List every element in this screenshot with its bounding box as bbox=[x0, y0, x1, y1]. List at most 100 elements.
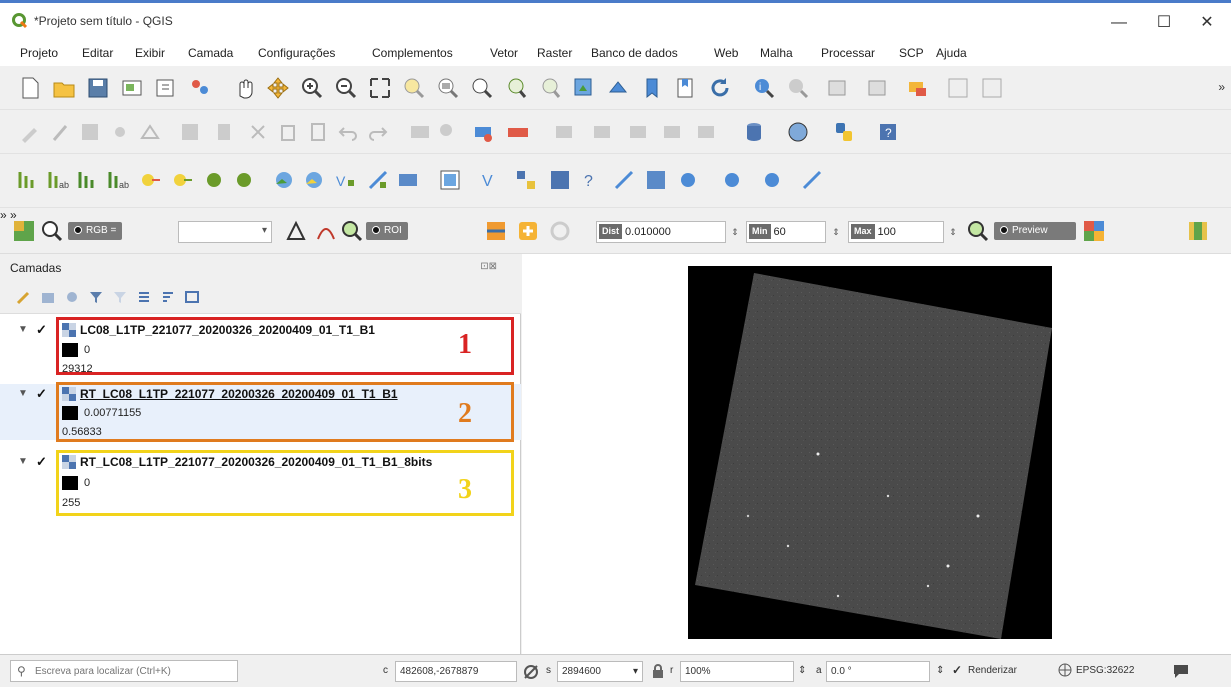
add-layer-dropdown-icon[interactable] bbox=[720, 168, 744, 192]
zoom-preview-icon[interactable] bbox=[966, 219, 990, 243]
label-toolbar-icon[interactable] bbox=[408, 120, 432, 144]
open-layer-styling-icon[interactable] bbox=[16, 289, 32, 305]
text-annotation-icon[interactable] bbox=[980, 76, 1004, 100]
collapse-all-icon[interactable] bbox=[160, 289, 176, 305]
crs-globe-icon[interactable] bbox=[1058, 663, 1072, 677]
open-attribute-table-icon[interactable] bbox=[786, 76, 810, 100]
preview-show-toggle[interactable]: Preview bbox=[994, 222, 1076, 240]
scp-dock-icon[interactable] bbox=[1186, 219, 1210, 243]
rotation-field[interactable]: 0.0 ° bbox=[826, 661, 930, 682]
menu-raster[interactable]: Raster bbox=[537, 46, 572, 60]
rotate-label-icon[interactable] bbox=[660, 120, 684, 144]
new-print-layout-icon[interactable] bbox=[120, 76, 144, 100]
save-layer-edits-icon[interactable] bbox=[78, 120, 102, 144]
menu-malha[interactable]: Malha bbox=[760, 46, 793, 60]
dist-field[interactable]: Dist 0.010000 bbox=[596, 221, 726, 243]
add-point-feature-icon[interactable] bbox=[108, 120, 132, 144]
menu-web[interactable]: Web bbox=[714, 46, 738, 60]
abc-label-icon[interactable] bbox=[472, 120, 496, 144]
classification-preview-icon[interactable] bbox=[1082, 219, 1106, 243]
close-button[interactable]: ✕ bbox=[1185, 9, 1229, 37]
menu-scp[interactable]: SCP bbox=[899, 46, 924, 60]
plugins-globe-icon[interactable] bbox=[786, 120, 810, 144]
toggle-editing-icon[interactable] bbox=[48, 120, 72, 144]
layer-visibility-checkbox[interactable]: ✓ bbox=[36, 386, 47, 402]
scp-toolbar-overflow-icon[interactable]: » bbox=[0, 208, 7, 222]
add-group-icon[interactable] bbox=[40, 289, 56, 305]
min-spinner-icon[interactable]: ⇕ bbox=[829, 221, 843, 243]
deselect-features-icon[interactable] bbox=[866, 76, 890, 100]
cut-features-icon[interactable] bbox=[246, 120, 270, 144]
menu-banco-de-dados[interactable]: Banco de dados bbox=[591, 46, 678, 60]
vertex-tool-icon[interactable] bbox=[138, 120, 162, 144]
digitize-tools-icon[interactable] bbox=[800, 168, 824, 192]
help-contents-icon[interactable]: ? bbox=[876, 120, 900, 144]
add-mssql-layer-icon[interactable] bbox=[202, 168, 226, 192]
render-checkbox[interactable]: ✓ bbox=[952, 663, 962, 677]
scp-home-icon[interactable] bbox=[12, 219, 36, 243]
raster-extent[interactable] bbox=[688, 266, 1052, 639]
zoom-roi-icon[interactable] bbox=[340, 219, 364, 243]
add-mesh-layer-icon[interactable] bbox=[76, 168, 100, 192]
menu-editar[interactable]: Editar bbox=[82, 46, 113, 60]
measure-line-icon[interactable] bbox=[906, 76, 930, 100]
scp-zoom-icon[interactable] bbox=[40, 219, 64, 243]
menu-processar[interactable]: Processar bbox=[821, 46, 875, 60]
menu-complementos[interactable]: Complementos bbox=[372, 46, 453, 60]
new-memory-layer-icon[interactable] bbox=[438, 168, 462, 192]
collapse-arrow-icon[interactable]: ▼ bbox=[18, 388, 28, 399]
minimize-button[interactable]: — bbox=[1097, 9, 1141, 37]
pan-map-icon[interactable] bbox=[232, 76, 256, 100]
zoom-to-selection-icon[interactable] bbox=[402, 76, 426, 100]
diagram-options-icon[interactable] bbox=[506, 120, 530, 144]
magnifier-field[interactable]: 100% bbox=[680, 661, 794, 682]
add-postgis-layer-icon[interactable] bbox=[138, 168, 162, 192]
copy-features-icon[interactable] bbox=[276, 120, 300, 144]
rgb-show-toggle[interactable]: RGB = bbox=[68, 222, 123, 240]
menu-vetor[interactable]: Vetor bbox=[490, 46, 518, 60]
menu-projeto[interactable]: Projeto bbox=[20, 46, 58, 60]
new-virtual-layer-icon[interactable] bbox=[612, 168, 636, 192]
messages-icon[interactable] bbox=[1172, 662, 1190, 680]
refresh-icon[interactable] bbox=[708, 76, 732, 100]
zoom-full-icon[interactable] bbox=[368, 76, 392, 100]
new-temporary-scratch-icon[interactable]: ? bbox=[580, 168, 604, 192]
change-label-icon[interactable] bbox=[694, 120, 718, 144]
new-project-icon[interactable] bbox=[18, 76, 42, 100]
menu-camada[interactable]: Camada bbox=[188, 46, 233, 60]
manage-map-themes-icon[interactable] bbox=[64, 289, 80, 305]
add-wfs-layer-icon[interactable]: V bbox=[334, 168, 358, 192]
max-field[interactable]: Max 100 bbox=[848, 221, 944, 243]
min-field[interactable]: Min 60 bbox=[746, 221, 826, 243]
add-oracle-layer-icon[interactable] bbox=[232, 168, 256, 192]
new-geopackage-icon[interactable] bbox=[514, 168, 538, 192]
expand-all-icon[interactable] bbox=[136, 289, 152, 305]
modify-attributes-icon[interactable] bbox=[178, 120, 202, 144]
add-vector-layer-icon[interactable] bbox=[16, 168, 40, 192]
data-source-manager-icon[interactable] bbox=[676, 168, 700, 192]
style-manager-icon[interactable] bbox=[188, 76, 212, 100]
collapse-arrow-icon[interactable]: ▼ bbox=[18, 456, 28, 467]
add-spatialite-layer-icon[interactable] bbox=[170, 168, 194, 192]
new-map-view-icon[interactable] bbox=[572, 76, 596, 100]
rgb-combo[interactable]: ▾ bbox=[178, 221, 272, 243]
max-spinner-icon[interactable]: ⇕ bbox=[946, 221, 960, 243]
crs-label[interactable]: EPSG:32622 bbox=[1076, 665, 1134, 676]
new-spatialite-icon[interactable] bbox=[548, 168, 572, 192]
undo-icon[interactable] bbox=[336, 120, 360, 144]
new-3d-map-view-icon[interactable] bbox=[606, 76, 630, 100]
remove-layer-icon[interactable] bbox=[184, 289, 200, 305]
pan-to-selection-icon[interactable] bbox=[266, 76, 290, 100]
delete-selected-icon[interactable] bbox=[212, 120, 236, 144]
locator-search-box[interactable]: ⚲ bbox=[10, 660, 238, 682]
menu-configuracoes[interactable]: Configurações bbox=[258, 46, 335, 60]
map-canvas[interactable] bbox=[522, 254, 1231, 654]
show-bookmarks-icon[interactable] bbox=[674, 76, 698, 100]
add-xyz-layer-icon[interactable] bbox=[760, 168, 784, 192]
cumulative-stretch-icon[interactable] bbox=[314, 219, 338, 243]
toggle-extents-icon[interactable] bbox=[522, 663, 540, 681]
add-wcs-layer-icon[interactable] bbox=[302, 168, 326, 192]
zoom-next-icon[interactable] bbox=[538, 76, 562, 100]
add-vector-tile-icon[interactable] bbox=[396, 168, 420, 192]
layer-visibility-checkbox[interactable]: ✓ bbox=[36, 454, 47, 470]
